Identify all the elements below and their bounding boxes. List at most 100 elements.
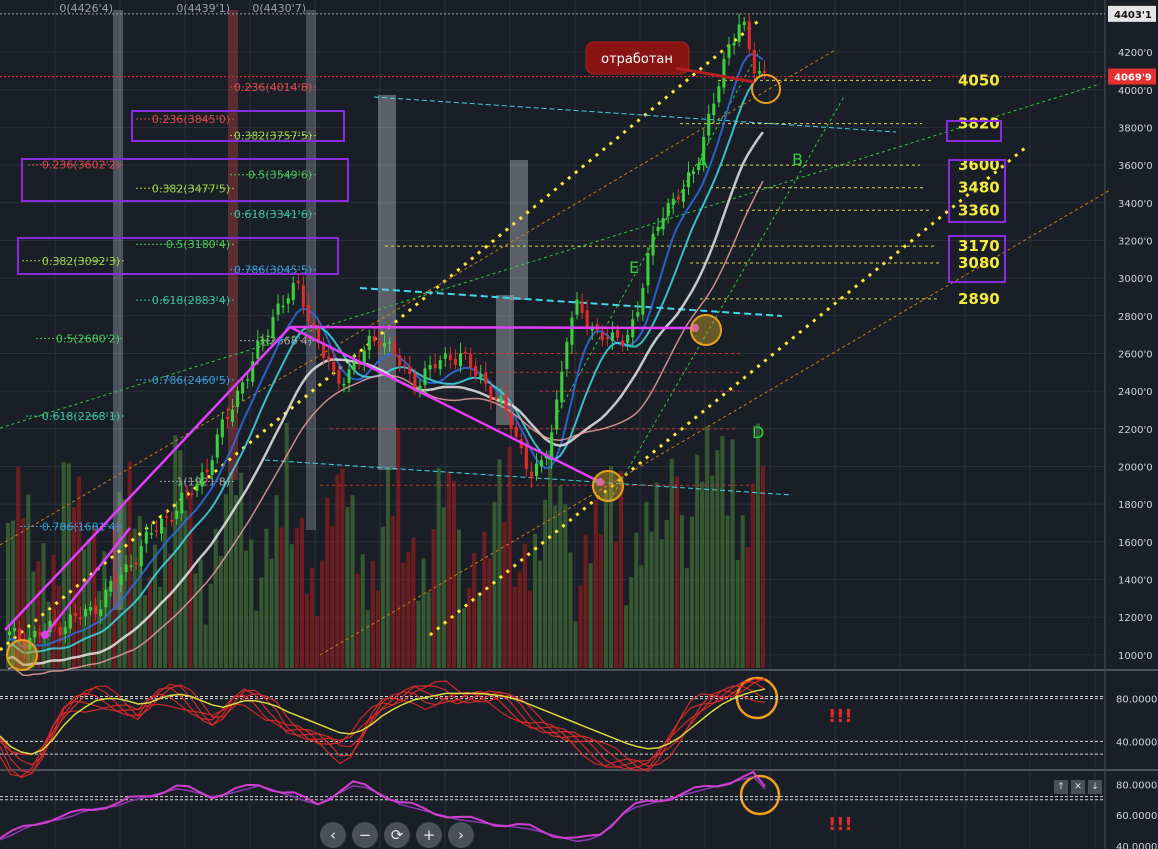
volume-bar bbox=[203, 624, 208, 668]
volume-bar bbox=[274, 495, 279, 668]
candle-body bbox=[438, 360, 442, 370]
volume-bar bbox=[426, 592, 431, 668]
candle-body bbox=[469, 353, 473, 368]
volume-bar bbox=[532, 533, 537, 668]
volume-bar bbox=[563, 504, 568, 668]
panel-down-button[interactable]: ↓ bbox=[1088, 780, 1102, 794]
candle-body bbox=[347, 369, 351, 383]
fib-label: 0.786(2460'5) bbox=[152, 374, 230, 387]
candle-body bbox=[8, 631, 12, 636]
volume-bar bbox=[730, 439, 735, 668]
candle-body bbox=[605, 337, 609, 339]
price-tick-label: 2000'0 bbox=[1118, 462, 1153, 473]
volume-bar bbox=[588, 563, 593, 668]
target-label: 3820 bbox=[958, 115, 1000, 133]
volume-bar bbox=[441, 507, 446, 668]
fib-label: 0.618(3341'6) bbox=[234, 208, 312, 221]
reset-button[interactable]: ⟳ bbox=[384, 822, 410, 848]
volume-bar bbox=[684, 568, 689, 668]
volume-bar bbox=[431, 528, 436, 668]
candle-body bbox=[636, 312, 640, 317]
candle-body bbox=[722, 58, 726, 88]
candle-body bbox=[372, 336, 376, 342]
volume-bar bbox=[492, 501, 497, 668]
candle-body bbox=[119, 574, 123, 585]
volume-bar bbox=[634, 532, 639, 668]
volume-bar bbox=[254, 610, 259, 668]
volume-bar bbox=[629, 576, 634, 668]
volume-bar bbox=[279, 527, 284, 668]
candle-body bbox=[393, 341, 397, 356]
arrow-head bbox=[41, 631, 49, 639]
candle-body bbox=[626, 334, 630, 343]
candle-body bbox=[616, 329, 620, 338]
price-tick-label: 2200'0 bbox=[1118, 425, 1153, 436]
fib-label: 0.618(2268'1) bbox=[42, 410, 120, 423]
volume-bar bbox=[674, 476, 679, 668]
volume-bar bbox=[365, 610, 370, 668]
candle-body bbox=[641, 287, 645, 315]
volume-bar bbox=[249, 539, 254, 668]
candle-body bbox=[661, 218, 665, 230]
candle-body bbox=[13, 628, 17, 632]
price-tag-label: 4069'9 bbox=[1114, 73, 1152, 84]
price-tick-label: 3600'0 bbox=[1118, 161, 1153, 172]
candle-body bbox=[534, 463, 538, 477]
annotations: A B E Dотработан bbox=[4, 41, 803, 816]
volume-bar bbox=[264, 528, 269, 668]
panel-close-button[interactable]: ✕ bbox=[1071, 780, 1085, 794]
volume-bar bbox=[335, 474, 340, 668]
price-tag-label: 4403'1 bbox=[1114, 10, 1152, 21]
candle-body bbox=[296, 280, 300, 284]
volume-bar bbox=[558, 485, 563, 668]
candle-body bbox=[306, 304, 310, 322]
volume-bar bbox=[644, 501, 649, 668]
volume-bar bbox=[416, 600, 421, 668]
candle-body bbox=[692, 171, 696, 174]
scroll-left-button[interactable]: ‹ bbox=[320, 822, 346, 848]
volume-bar bbox=[198, 559, 203, 668]
volume-bar bbox=[350, 495, 355, 668]
volume-bar bbox=[573, 621, 578, 668]
volume-bar bbox=[386, 469, 391, 668]
candle-body bbox=[681, 188, 685, 202]
candle-body bbox=[762, 71, 766, 74]
volume-bar bbox=[320, 560, 325, 668]
candle-body bbox=[443, 353, 447, 359]
fib-label: 0.5(2680'2) bbox=[56, 332, 120, 345]
fib-label: 0.236(3845'0) bbox=[152, 113, 230, 126]
volume-bar bbox=[188, 493, 193, 668]
candle-body bbox=[33, 631, 37, 638]
volume-bar bbox=[659, 539, 664, 668]
osc1-tick-label: 40.0000 bbox=[1116, 737, 1157, 748]
trend-arrow-line bbox=[289, 325, 696, 330]
volume-bar bbox=[436, 467, 441, 668]
candle-body bbox=[565, 342, 569, 369]
volume-bar bbox=[568, 552, 573, 668]
panel-up-button[interactable]: ↑ bbox=[1054, 780, 1068, 794]
candle-body bbox=[165, 516, 169, 518]
volume-bar bbox=[482, 531, 487, 668]
fib-label: 0.5(3549'6) bbox=[248, 169, 312, 182]
target-label: 3360 bbox=[958, 201, 1000, 219]
zoom-out-button[interactable]: − bbox=[352, 822, 378, 848]
price-tick-label: 3400'0 bbox=[1118, 199, 1153, 210]
candle-body bbox=[286, 298, 290, 304]
volume-bar bbox=[649, 531, 654, 668]
zoom-in-button[interactable]: + bbox=[416, 822, 442, 848]
osc2-alert: !!! bbox=[828, 814, 853, 835]
candle-body bbox=[717, 86, 721, 103]
target-label: 3480 bbox=[958, 179, 1000, 197]
scroll-right-button[interactable]: › bbox=[448, 822, 474, 848]
fib-levels: 0.236(4014'8)0.236(3845'0)0.382(3757'5)0… bbox=[17, 2, 349, 534]
chart-canvas[interactable]: 0.236(4014'8)0.236(3845'0)0.382(3757'5)0… bbox=[0, 0, 1158, 849]
candle-body bbox=[479, 374, 483, 378]
candle-body bbox=[676, 196, 680, 200]
candle-body bbox=[362, 350, 366, 364]
chart-navigation: ‹ − ⟳ + › bbox=[320, 822, 474, 848]
candle-body bbox=[129, 565, 133, 567]
fib-top-label: 0(4426'4) bbox=[59, 2, 113, 15]
candle-body bbox=[246, 379, 250, 381]
volume-bar bbox=[183, 510, 188, 668]
candle-body bbox=[256, 340, 260, 359]
